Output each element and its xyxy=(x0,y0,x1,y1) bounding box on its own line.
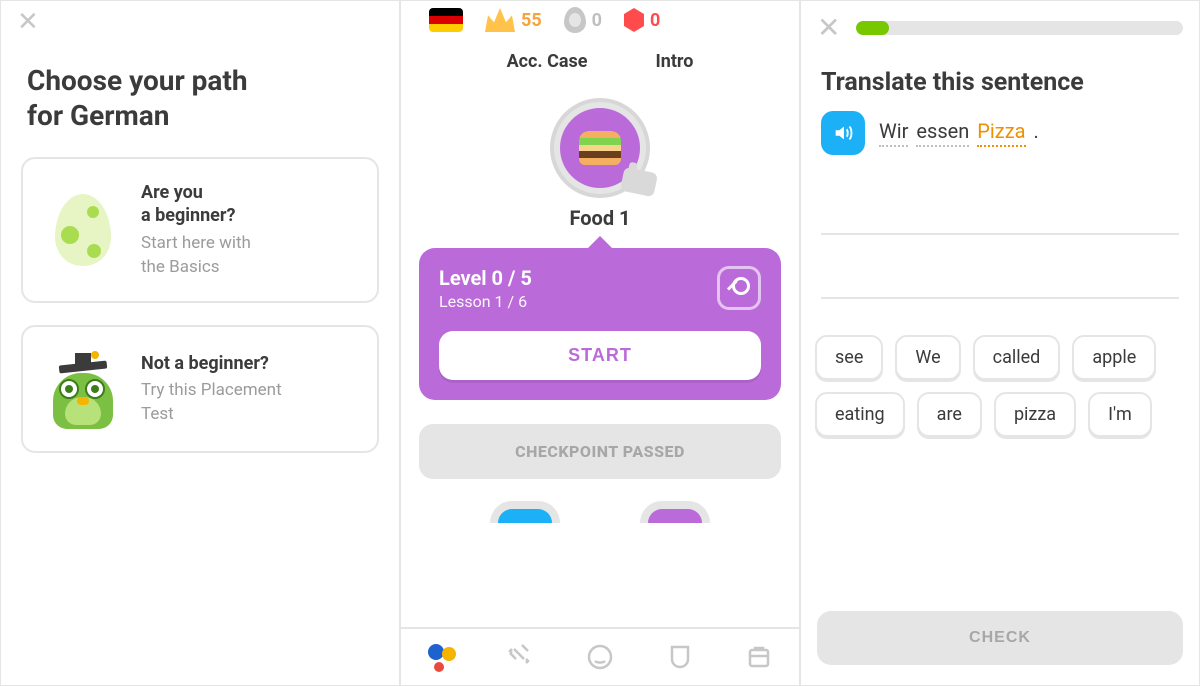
chip-are[interactable]: are xyxy=(917,392,982,437)
word-pizza[interactable]: Pizza xyxy=(977,119,1025,147)
chip-apple[interactable]: apple xyxy=(1072,335,1156,380)
dumbbell-icon xyxy=(504,641,536,673)
chip-pizza[interactable]: pizza xyxy=(994,392,1076,437)
title-line-2: for German xyxy=(27,99,169,132)
skill-name-label: Food 1 xyxy=(401,206,799,230)
play-audio-button[interactable] xyxy=(821,111,865,155)
graduate-owl-icon xyxy=(43,349,123,429)
top-stats-bar: 55 0 0 xyxy=(401,1,799,37)
word-bank: see We called apple eating are pizza I'm xyxy=(815,335,1185,437)
progress-bar xyxy=(856,21,1183,35)
skill-tree-panel: 55 0 0 Acc. Case Intro Food 1 Level 0 / … xyxy=(400,0,800,686)
word-wir[interactable]: Wir xyxy=(879,119,908,147)
start-button[interactable]: START xyxy=(439,331,761,380)
chip-im[interactable]: I'm xyxy=(1088,392,1152,437)
gem-icon xyxy=(624,8,644,32)
skill-row-labels: Acc. Case Intro xyxy=(401,51,799,72)
placement-card-title: Not a beginner? xyxy=(141,352,357,375)
nav-shop-tab[interactable] xyxy=(743,641,775,673)
title-line-1: Choose your path xyxy=(27,64,248,97)
skill-circle-peek-2[interactable] xyxy=(640,501,710,523)
key-icon xyxy=(728,277,750,299)
shop-icon xyxy=(743,641,775,673)
test-out-button[interactable] xyxy=(717,266,761,310)
crown-icon xyxy=(485,8,515,32)
close-icon[interactable]: ✕ xyxy=(17,7,39,37)
chip-called[interactable]: called xyxy=(973,335,1061,380)
beginner-card-subtitle: Start here with the Basics xyxy=(141,232,357,280)
egg-icon xyxy=(43,194,123,266)
progress-fill xyxy=(856,21,889,35)
checkpoint-badge: CHECKPOINT PASSED xyxy=(419,424,781,479)
course-flag-button[interactable] xyxy=(429,8,463,32)
skill-food-1[interactable] xyxy=(552,100,648,196)
nav-profile-tab[interactable] xyxy=(584,641,616,673)
gems-count: 0 xyxy=(650,10,660,31)
tooltip-level: Level 0 / 5 xyxy=(439,266,532,290)
skill-label-intro[interactable]: Intro xyxy=(655,51,693,72)
bottom-nav xyxy=(401,627,799,685)
sentence-period: . xyxy=(1034,119,1039,143)
nav-practice-tab[interactable] xyxy=(504,641,536,673)
skill-circle-peek-1[interactable] xyxy=(490,501,560,523)
nav-learn-tab[interactable] xyxy=(425,641,457,673)
pointer-hand-icon xyxy=(620,167,658,198)
gems-stat[interactable]: 0 xyxy=(624,8,660,32)
speaker-icon xyxy=(832,122,854,144)
skill-tooltip: Level 0 / 5 Lesson 1 / 6 START xyxy=(419,248,781,400)
placement-card-subtitle: Try this Placement Test xyxy=(141,379,357,427)
word-essen[interactable]: essen xyxy=(916,119,969,147)
next-skill-row xyxy=(401,501,799,523)
crowns-count: 55 xyxy=(521,10,542,31)
tooltip-lesson: Lesson 1 / 6 xyxy=(439,292,532,311)
answer-slots[interactable] xyxy=(821,195,1179,299)
flame-icon xyxy=(564,7,586,33)
placement-test-card[interactable]: Not a beginner? Try this Placement Test xyxy=(21,325,379,453)
skill-label-acc-case[interactable]: Acc. Case xyxy=(507,51,588,72)
chip-see[interactable]: see xyxy=(815,335,883,380)
close-icon[interactable]: ✕ xyxy=(817,11,840,44)
german-flag-icon xyxy=(429,8,463,32)
nav-leagues-tab[interactable] xyxy=(664,641,696,673)
chip-eating[interactable]: eating xyxy=(815,392,905,437)
streak-count: 0 xyxy=(592,10,602,31)
chip-we[interactable]: We xyxy=(895,335,960,380)
onboarding-panel: ✕ Choose your path for German Are you a … xyxy=(0,0,400,686)
shield-icon xyxy=(664,641,696,673)
prompt-sentence: Wir essen Pizza. xyxy=(879,119,1039,147)
crowns-stat[interactable]: 55 xyxy=(485,8,542,32)
beginner-card[interactable]: Are you a beginner? Start here with the … xyxy=(21,157,379,303)
page-title: Choose your path for German xyxy=(27,63,373,133)
beginner-card-title: Are you a beginner? xyxy=(141,181,357,228)
exercise-title: Translate this sentence xyxy=(821,68,1179,97)
check-button[interactable]: CHECK xyxy=(817,611,1183,665)
streak-stat[interactable]: 0 xyxy=(564,7,602,33)
face-icon xyxy=(584,641,616,673)
exercise-panel: ✕ Translate this sentence Wir essen Pizz… xyxy=(800,0,1200,686)
